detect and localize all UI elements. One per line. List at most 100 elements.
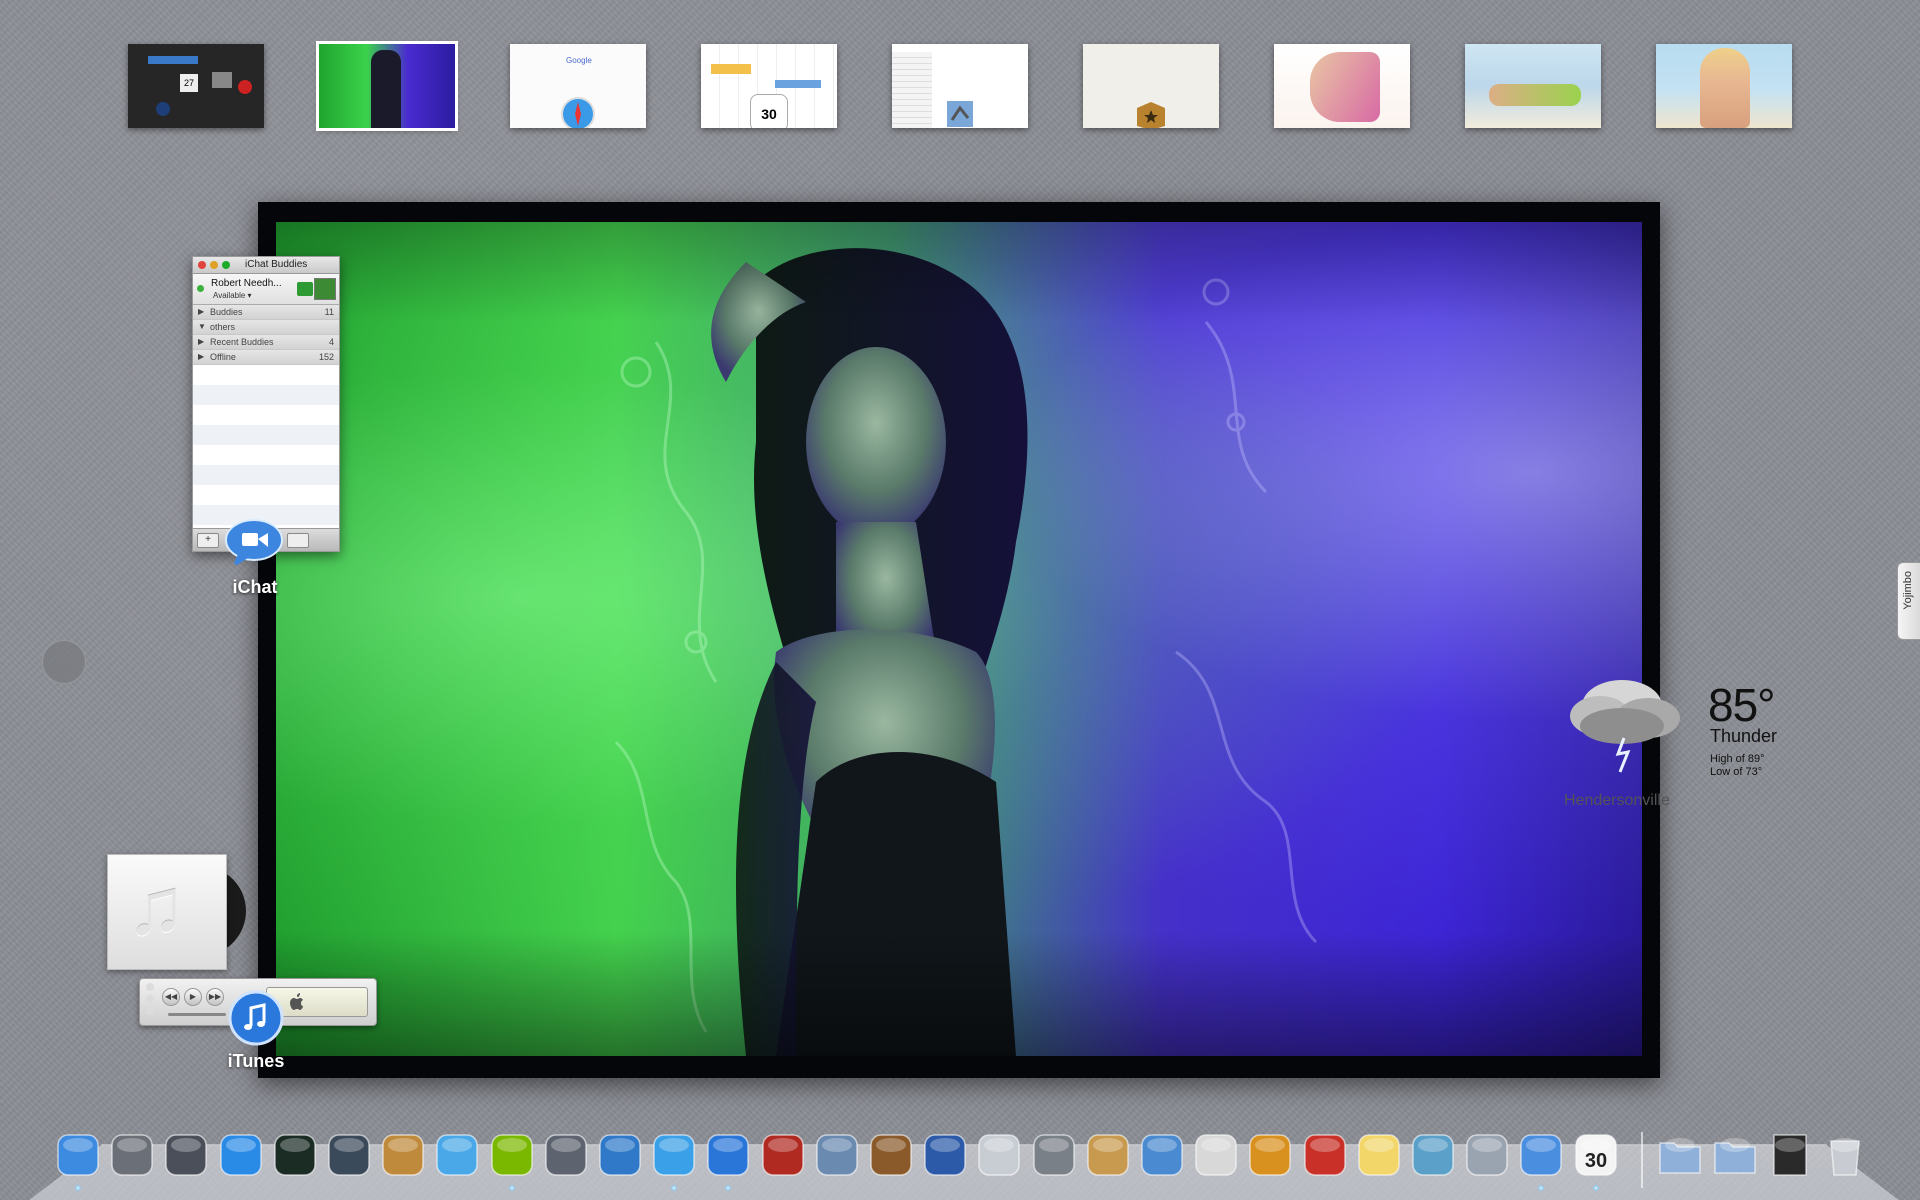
my-status-bar[interactable]: Robert Needh... Available ▾ bbox=[193, 274, 339, 305]
dock-item-spotify[interactable] bbox=[488, 1131, 536, 1191]
group-row-buddies[interactable]: ▶ Buddies 11 bbox=[193, 305, 339, 320]
album-artwork[interactable]: ♫ bbox=[107, 854, 227, 970]
dock-item-icloud[interactable] bbox=[433, 1131, 481, 1179]
dock-item-bucket-app[interactable] bbox=[1084, 1131, 1132, 1179]
dock-item-documents-folder[interactable] bbox=[1711, 1131, 1759, 1179]
group-row-offline[interactable]: ▶ Offline 152 bbox=[193, 350, 339, 365]
online-status-icon bbox=[197, 285, 204, 292]
group-row-others[interactable]: ▼ others bbox=[193, 320, 339, 335]
icloud-icon bbox=[436, 1134, 479, 1176]
dock-item-music-stack[interactable] bbox=[1766, 1131, 1814, 1179]
yojimbo-tab-label: Yojimbo bbox=[1902, 571, 1914, 610]
dock-item-wallet[interactable] bbox=[867, 1131, 915, 1179]
dock-item-mission-control[interactable] bbox=[162, 1131, 210, 1179]
twitter-icon bbox=[599, 1134, 641, 1176]
current-desktop-preview[interactable] bbox=[258, 202, 1660, 1078]
space-thumb-photo-2[interactable] bbox=[1465, 44, 1601, 128]
disclosure-triangle-icon[interactable]: ▶ bbox=[198, 337, 204, 346]
dock-item-books-app[interactable] bbox=[1409, 1131, 1457, 1179]
preview-app-icon bbox=[1466, 1134, 1508, 1176]
music-stack-icon bbox=[1773, 1134, 1807, 1176]
dock-item-mail[interactable] bbox=[813, 1131, 861, 1179]
disk-utility-icon bbox=[1032, 1134, 1075, 1176]
dock-item-safari[interactable] bbox=[650, 1131, 698, 1191]
dashboard-widget-calendar: 27 bbox=[180, 74, 198, 92]
group-count: 11 bbox=[324, 307, 334, 317]
hidden-app-indicator[interactable] bbox=[42, 640, 86, 684]
previous-track-button[interactable]: ◀◀ bbox=[162, 988, 180, 1006]
dock-item-ichat[interactable] bbox=[1517, 1131, 1565, 1191]
mail-list-column bbox=[892, 52, 932, 128]
disclosure-triangle-icon[interactable]: ▶ bbox=[198, 307, 204, 316]
space-thumb-box-app[interactable] bbox=[1083, 44, 1219, 128]
time-machine-icon bbox=[328, 1134, 370, 1176]
box-app-icon bbox=[382, 1134, 424, 1176]
desktop-wallpaper bbox=[276, 222, 1642, 1056]
volume-slider[interactable] bbox=[168, 1013, 226, 1016]
dashboard-widget-weather bbox=[212, 72, 232, 88]
status-menu[interactable]: Available ▾ bbox=[213, 291, 252, 300]
itunes-app-label: iTunes bbox=[227, 1051, 285, 1071]
dock-item-blank-document[interactable] bbox=[1192, 1131, 1240, 1179]
dock-item-airport-utility[interactable] bbox=[1138, 1131, 1186, 1179]
group-row-recent-buddies[interactable]: ▶ Recent Buddies 4 bbox=[193, 335, 339, 350]
dock-item-time-machine[interactable] bbox=[325, 1131, 373, 1179]
minimize-button[interactable] bbox=[210, 261, 218, 269]
dock-item-disk-utility[interactable] bbox=[1030, 1131, 1078, 1179]
disclosure-triangle-icon[interactable]: ▼ bbox=[198, 322, 206, 331]
dock-item-finder[interactable] bbox=[54, 1131, 102, 1191]
dock-item-preview-app[interactable] bbox=[1463, 1131, 1511, 1179]
screen-share-button[interactable] bbox=[287, 533, 309, 548]
play-button[interactable]: ▶ bbox=[184, 988, 202, 1006]
itunes-app-icon[interactable] bbox=[228, 990, 284, 1046]
dock-item-itunes[interactable] bbox=[704, 1131, 752, 1191]
zoom-button[interactable] bbox=[146, 1007, 154, 1015]
dock-item-activity-monitor[interactable] bbox=[271, 1131, 319, 1179]
add-buddy-button[interactable]: + bbox=[197, 533, 219, 548]
yojimbo-drawer-tab[interactable]: Yojimbo bbox=[1897, 562, 1920, 640]
ichat-app-icon[interactable] bbox=[224, 518, 284, 570]
apple-logo-icon bbox=[290, 993, 303, 1010]
close-button[interactable] bbox=[198, 261, 206, 269]
space-thumb-calendar[interactable]: 30 bbox=[701, 44, 837, 128]
dock-item-stats-app[interactable] bbox=[921, 1131, 969, 1179]
mail-stamp-icon bbox=[945, 99, 975, 128]
spotify-icon bbox=[490, 1134, 533, 1176]
dock-item-applications-folder[interactable] bbox=[1656, 1131, 1704, 1179]
close-button[interactable] bbox=[146, 983, 154, 991]
window-titlebar[interactable]: iChat Buddies bbox=[193, 257, 339, 274]
dock-item-launchpad[interactable] bbox=[108, 1131, 156, 1179]
dock-item-twitter[interactable] bbox=[596, 1131, 644, 1179]
space-thumb-safari[interactable]: Google bbox=[510, 44, 646, 128]
buddy-picture[interactable] bbox=[314, 278, 336, 300]
buddy-list[interactable] bbox=[193, 365, 339, 530]
dock-item-app-store[interactable] bbox=[217, 1131, 265, 1179]
box-icon bbox=[1137, 102, 1165, 128]
group-count: 4 bbox=[328, 337, 334, 347]
ichat-buddies-window[interactable]: iChat Buddies Robert Needh... Available … bbox=[192, 256, 340, 552]
minimize-button[interactable] bbox=[146, 995, 154, 1003]
applications-folder-icon bbox=[1659, 1138, 1701, 1174]
notepad-app-icon bbox=[1358, 1134, 1400, 1176]
dock-item-box-app[interactable] bbox=[379, 1131, 427, 1179]
space-thumb-photo-3[interactable] bbox=[1656, 44, 1792, 128]
disclosure-triangle-icon[interactable]: ▶ bbox=[198, 352, 204, 361]
space-thumb-dashboard[interactable]: 27 bbox=[128, 44, 264, 128]
dock-item-notepad-app[interactable] bbox=[1355, 1131, 1403, 1179]
dock-item-trash[interactable] bbox=[1821, 1131, 1869, 1179]
next-track-button[interactable]: ▶▶ bbox=[206, 988, 224, 1006]
video-camera-icon[interactable] bbox=[297, 282, 313, 296]
dock-item-facetime-camera[interactable] bbox=[542, 1131, 590, 1179]
space-thumb-photo-1[interactable] bbox=[1274, 44, 1410, 128]
dock-item-screenshot-app[interactable] bbox=[1301, 1131, 1349, 1179]
dock-item-radio-app[interactable] bbox=[1246, 1131, 1294, 1179]
google-logo-text: Google bbox=[566, 56, 592, 65]
group-label: others bbox=[210, 322, 236, 332]
space-thumb-mail[interactable] bbox=[892, 44, 1028, 128]
dock-item-calendar[interactable]: 30 bbox=[1572, 1131, 1620, 1191]
space-thumb-desktop-active[interactable] bbox=[316, 41, 458, 131]
ichat-app-label: iChat bbox=[232, 577, 278, 597]
zoom-button[interactable] bbox=[222, 261, 230, 269]
dock-item-red-cube-app[interactable] bbox=[759, 1131, 807, 1179]
dock-item-printer-f[interactable] bbox=[975, 1131, 1023, 1179]
